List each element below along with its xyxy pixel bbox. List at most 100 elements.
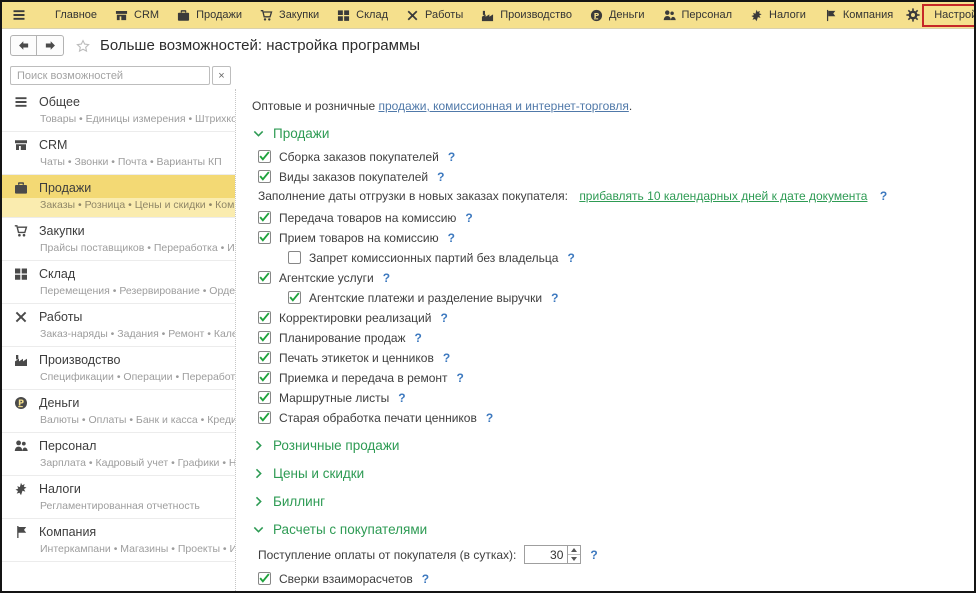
personnel-people-icon [663,9,676,22]
sidebar-item-title: Налоги [39,482,81,496]
nav-forward-button[interactable] [37,35,64,56]
menu-item-label: Налоги [769,9,806,21]
menu-item-crm[interactable]: CRM [106,4,168,27]
help-icon[interactable]: ? [415,331,422,345]
favorite-star-icon[interactable] [76,39,90,53]
sidebar-item-subtitle: Прайсы поставщиков • Переработка • Импор… [2,241,235,260]
section-header-prices[interactable]: Цены и скидки [252,466,964,481]
checkbox-row: Виды заказов покупателей ? [258,169,964,184]
menu-item-taxes[interactable]: Налоги [741,4,815,27]
checkbox-row: Прием товаров на комиссию ? [258,230,964,245]
checkbox-unchecked[interactable] [288,251,301,264]
checkbox[interactable] [258,271,271,284]
checkbox[interactable] [288,291,301,304]
settings-content: Оптовые и розничные продажи, комиссионна… [235,89,974,591]
purchases-cart-icon [260,9,273,22]
help-icon[interactable]: ? [880,189,887,203]
checkbox[interactable] [258,170,271,183]
menu-item-company[interactable]: Компания [815,4,902,27]
check-icon [259,171,270,181]
shipping-date-link[interactable]: прибавлять 10 календарных дней к дате до… [579,189,867,203]
section-header-settlements[interactable]: Расчеты с покупателями [252,522,964,537]
intro-link[interactable]: продажи, комиссионная и интернет-торговл… [378,99,628,113]
menu-item-money[interactable]: Деньги [581,4,654,27]
sidebar-item-warehouse[interactable]: Склад Перемещения • Резервирование • Орд… [2,261,235,304]
help-icon[interactable]: ? [440,311,447,325]
checkbox-label: Передача товаров на комиссию [279,211,456,225]
check-icon [259,392,270,402]
checkbox[interactable] [258,391,271,404]
help-icon[interactable]: ? [448,231,455,245]
sidebar-item-company[interactable]: Компания Интеркампани • Магазины • Проек… [2,519,235,562]
sidebar-item-title: Склад [39,267,75,281]
menu-item-label: Деньги [609,9,645,21]
check-icon [289,292,300,302]
checkbox-label: Прием товаров на комиссию [279,231,439,245]
section-header-sales[interactable]: Продажи [252,126,964,141]
section-header-retail[interactable]: Розничные продажи [252,438,964,453]
help-icon[interactable]: ? [443,351,450,365]
checkbox[interactable] [258,411,271,424]
help-icon[interactable]: ? [567,251,574,265]
checkbox[interactable] [258,211,271,224]
checkbox[interactable] [258,331,271,344]
spinner-down-button[interactable] [568,554,580,563]
payment-days-input[interactable] [525,546,567,563]
sidebar-item-personnel[interactable]: Персонал Зарплата • Кадровый учет • Граф… [2,433,235,476]
checkbox-label: Корректировки реализаций [279,311,431,325]
check-icon [259,312,270,322]
sidebar-item-money[interactable]: Деньги Валюты • Оплаты • Банк и касса • … [2,390,235,433]
search-clear-button[interactable]: × [212,66,231,85]
help-icon[interactable]: ? [457,371,464,385]
sidebar-item-production[interactable]: Производство Спецификации • Операции • П… [2,347,235,390]
checkbox[interactable] [258,351,271,364]
section-header-billing[interactable]: Биллинг [252,494,964,509]
checkbox[interactable] [258,311,271,324]
menu-item-personnel[interactable]: Персонал [654,4,742,27]
sidebar-item-purchases[interactable]: Закупки Прайсы поставщиков • Переработка… [2,218,235,261]
menu-item-works[interactable]: Работы [397,4,472,27]
search-input[interactable] [10,66,210,85]
menu-item-label: Персонал [682,9,733,21]
checkbox-row: Старая обработка печати ценников ? [258,410,964,425]
checkbox-row: Корректировки реализаций ? [258,310,964,325]
checkbox-row: Передача товаров на комиссию ? [258,210,964,225]
menu-item-purchases[interactable]: Закупки [251,4,328,27]
warehouse-grid-icon [337,9,350,22]
help-icon[interactable]: ? [383,271,390,285]
help-icon[interactable]: ? [486,411,493,425]
sidebar-item-title: Компания [39,525,96,539]
sidebar-item-taxes[interactable]: Налоги Регламентированная отчетность [2,476,235,519]
help-icon[interactable]: ? [398,391,405,405]
main-menu-button[interactable] [12,8,26,22]
sidebar-item-works[interactable]: Работы Заказ-наряды • Задания • Ремонт •… [2,304,235,347]
menu-item-label: Закупки [279,9,319,21]
help-icon[interactable]: ? [422,572,429,586]
help-icon[interactable]: ? [590,548,597,562]
check-icon [259,151,270,161]
sidebar-item-subtitle: Заказы • Розница • Цены и скидки • Комис… [2,198,235,217]
checkbox-row: Агентские услуги ? [258,270,964,285]
sidebar-item-title: Закупки [39,224,85,238]
sidebar-item-crm[interactable]: CRM Чаты • Звонки • Почта • Варианты КП [2,132,235,175]
menu-item-production[interactable]: Производство [472,4,581,27]
sidebar-item-common[interactable]: Общее Товары • Единицы измерения • Штрих… [2,89,235,132]
checkbox[interactable] [258,371,271,384]
menu-item-settings[interactable]: Настройки [922,4,974,27]
help-icon[interactable]: ? [551,291,558,305]
nav-back-button[interactable] [10,35,37,56]
sections-sidebar: Общее Товары • Единицы измерения • Штрих… [2,89,235,591]
checkbox[interactable] [258,231,271,244]
help-icon[interactable]: ? [448,150,455,164]
sidebar-item-subtitle: Чаты • Звонки • Почта • Варианты КП [2,155,235,174]
menu-item-warehouse[interactable]: Склад [328,4,397,27]
checkbox[interactable] [258,150,271,163]
settings-gear-button[interactable] [906,8,920,22]
menu-item-main[interactable]: Главное [46,4,106,27]
help-icon[interactable]: ? [465,211,472,225]
sidebar-item-sales[interactable]: Продажи Заказы • Розница • Цены и скидки… [2,175,235,218]
checkbox[interactable] [258,572,271,585]
menu-item-sales[interactable]: Продажи [168,4,251,27]
spinner-up-button[interactable] [568,546,580,554]
help-icon[interactable]: ? [437,170,444,184]
